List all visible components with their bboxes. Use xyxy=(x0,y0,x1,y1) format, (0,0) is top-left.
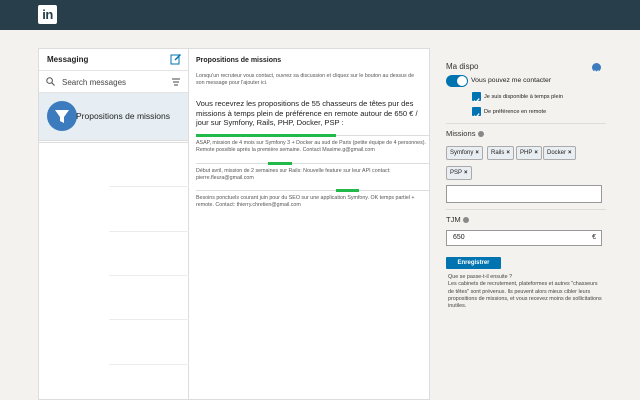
messaging-panel: Messaging Propositions de missions xyxy=(38,48,430,400)
mission-progress xyxy=(196,189,429,193)
funnel-icon xyxy=(47,101,77,131)
help-body: Les cabinets de recrutement, plateformes… xyxy=(448,281,602,310)
thread-summary: Vous recevrez les propositions de 55 cha… xyxy=(196,99,418,128)
tag-label: PSP xyxy=(450,170,463,176)
info-icon[interactable] xyxy=(462,217,469,223)
currency-symbol: € xyxy=(592,234,596,241)
mission-item: Besoins ponctuels courant juin pour du S… xyxy=(196,189,429,209)
conversation-name: Propositions de missions xyxy=(76,111,171,121)
tjm-value: 650 xyxy=(453,234,465,241)
list-divider xyxy=(109,275,189,276)
check-icon[interactable] xyxy=(472,92,481,104)
close-icon[interactable]: × xyxy=(464,170,468,176)
filter-icon[interactable] xyxy=(172,78,180,86)
close-icon[interactable]: × xyxy=(506,150,510,156)
mission-item: ASAP, mission de 4 mois sur Symfony 3 + … xyxy=(196,134,429,154)
close-icon[interactable]: × xyxy=(475,150,479,156)
thread-title: Propositions de missions xyxy=(196,57,282,64)
mission-text: ASAP, mission de 4 mois sur Symfony 3 + … xyxy=(196,140,426,154)
save-button[interactable]: Enregistrer xyxy=(446,257,501,269)
messaging-header: Messaging xyxy=(39,49,188,71)
missions-label: Missions xyxy=(446,129,484,138)
tag-label: Rails xyxy=(491,150,505,156)
mission-item: Début avril, mission de 2 semaines sur R… xyxy=(196,162,429,182)
fulltime-option-label: Je suis disponible à temps plein xyxy=(484,94,563,100)
list-divider xyxy=(109,186,189,187)
list-divider xyxy=(109,364,189,365)
tjm-label: TJM xyxy=(446,215,469,224)
compose-icon[interactable] xyxy=(170,53,182,65)
mission-progress xyxy=(196,162,429,166)
tag-label: PHP xyxy=(520,150,533,156)
list-divider xyxy=(39,142,189,143)
messaging-title: Messaging xyxy=(47,55,89,64)
contact-toggle-label: Vous pouvez me contacter xyxy=(471,77,552,84)
mission-progress-fill xyxy=(268,162,292,165)
tag-rails[interactable]: Rails × xyxy=(487,146,514,160)
add-mission-input[interactable] xyxy=(446,185,602,203)
tag-symfony[interactable]: Symfony × xyxy=(446,146,483,160)
section-divider xyxy=(446,209,606,210)
tjm-label-text: TJM xyxy=(446,215,461,224)
tag-label: Docker xyxy=(547,150,567,156)
help-text: Que se passe-t-il ensuite ? Les cabinets… xyxy=(448,274,604,310)
linkedin-logo[interactable]: in xyxy=(38,5,57,24)
tag-php[interactable]: PHP × xyxy=(516,146,542,160)
section-divider xyxy=(446,123,606,124)
top-navigation-bar: in xyxy=(0,0,640,30)
tag-docker[interactable]: Docker × xyxy=(543,146,576,160)
close-icon[interactable]: × xyxy=(534,150,538,156)
tjm-input[interactable]: 650 € xyxy=(446,230,602,246)
thread-pane: Propositions de missions Lorsqu'un recru… xyxy=(189,49,431,400)
conversation-item[interactable]: Propositions de missions xyxy=(39,93,188,141)
conversation-list-pane: Messaging Propositions de missions xyxy=(39,49,189,400)
search-bar xyxy=(39,71,188,93)
list-divider xyxy=(109,319,189,320)
mission-progress xyxy=(196,134,429,138)
help-title: Que se passe-t-il ensuite ? xyxy=(448,274,513,280)
remote-option-label: De préférence en remote xyxy=(484,109,547,115)
list-divider xyxy=(109,231,189,232)
toggle-knob xyxy=(457,76,467,86)
search-input[interactable] xyxy=(62,75,162,89)
missions-label-text: Missions xyxy=(446,129,476,138)
check-icon[interactable] xyxy=(472,107,481,119)
close-icon[interactable]: × xyxy=(568,150,572,156)
tag-label: Symfony xyxy=(450,150,474,156)
mission-progress-fill xyxy=(196,134,336,137)
chevron-down-icon[interactable] xyxy=(592,63,601,74)
mission-progress-fill xyxy=(335,189,360,192)
mission-text: Besoins ponctuels courant juin pour du S… xyxy=(196,195,415,209)
thread-intro: Lorsqu'un recruteur vous contact, ouvrez… xyxy=(196,73,415,87)
info-icon[interactable] xyxy=(477,131,484,137)
availability-title: Ma dispo xyxy=(446,62,479,71)
search-icon xyxy=(46,77,55,86)
contact-toggle[interactable] xyxy=(446,75,468,87)
tag-psp[interactable]: PSP × xyxy=(446,166,472,180)
mission-text: Début avril, mission de 2 semaines sur R… xyxy=(196,168,391,182)
